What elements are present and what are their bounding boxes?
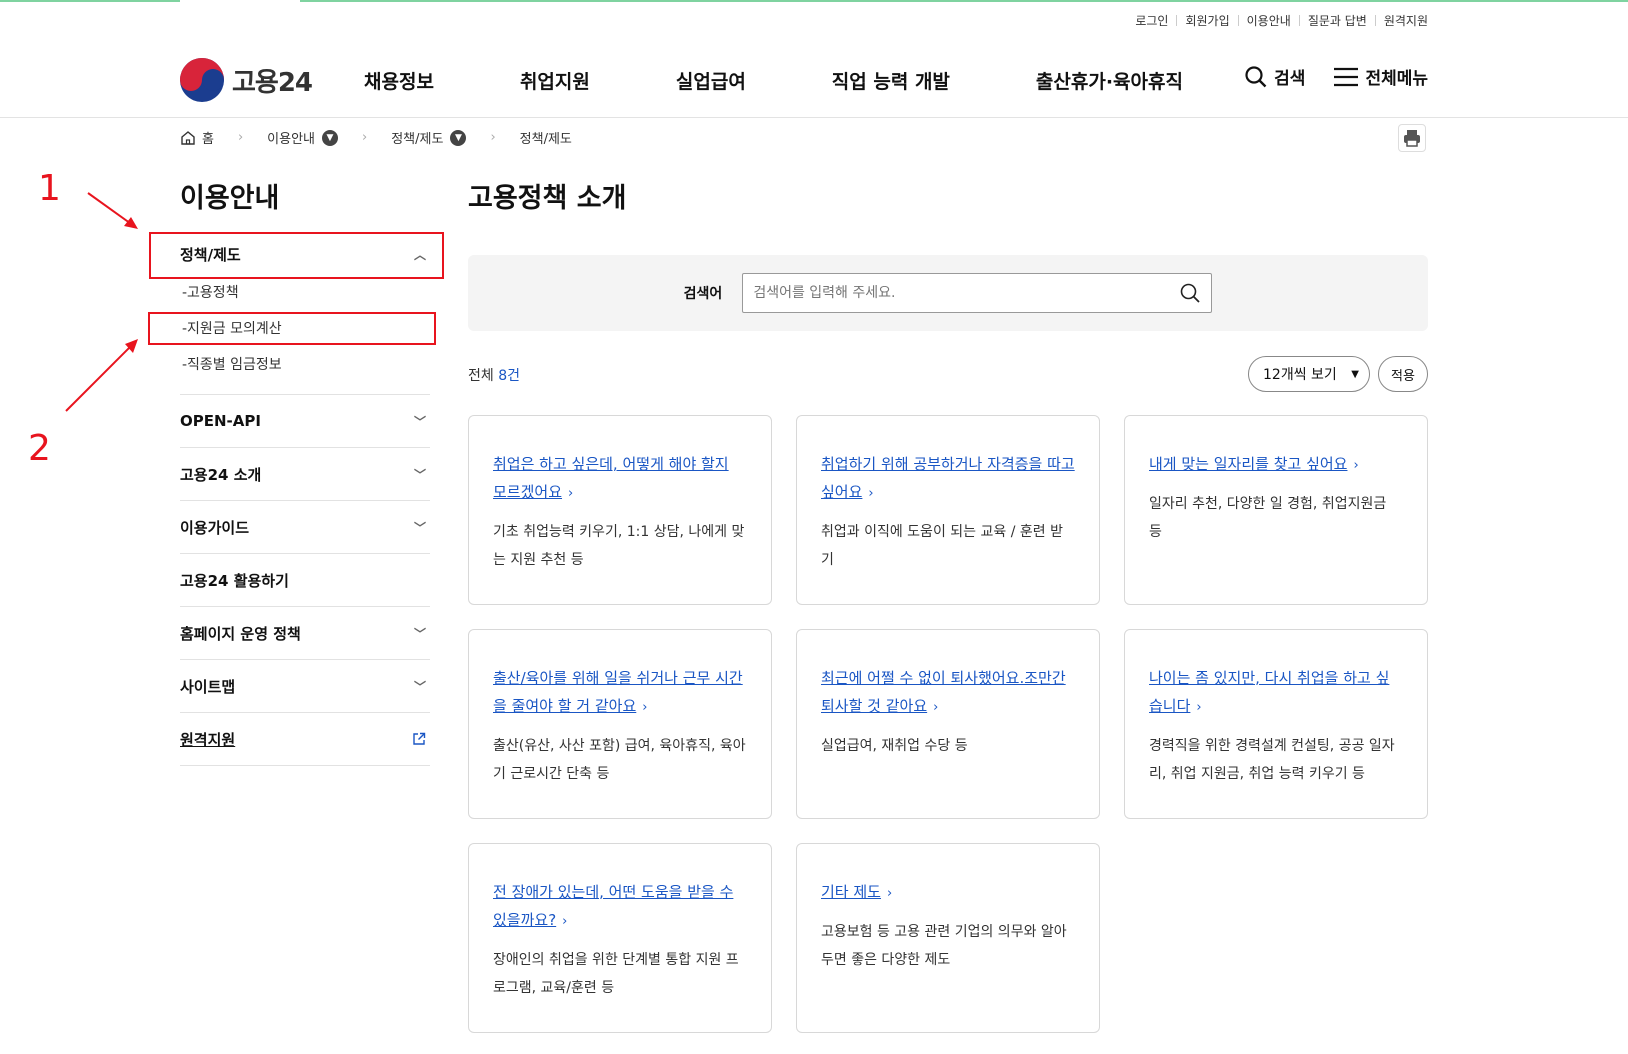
print-button[interactable] xyxy=(1398,124,1426,152)
all-menu-button[interactable]: 전체메뉴 xyxy=(1333,64,1428,89)
policy-card-title[interactable]: 취업하기 위해 공부하거나 자격증을 따고 싶어요 › xyxy=(821,450,1075,508)
breadcrumb-separator-icon: › xyxy=(237,130,244,145)
utility-links: 로그인 회원가입 이용안내 질문과 답변 원격지원 xyxy=(1135,12,1428,29)
breadcrumb: 홈 › 이용안내 ▼ › 정책/제도 ▼ › 정책/제도 xyxy=(180,128,572,147)
search-field-label: 검색어 xyxy=(683,286,723,302)
printer-icon xyxy=(1404,130,1420,147)
page-title: 고용정책 소개 xyxy=(468,183,627,214)
chevron-down-icon: ﹀ xyxy=(413,467,426,482)
policy-card-desc: 장애인의 취업을 위한 단계별 통합 지원 프로그램, 교육/훈련 등 xyxy=(493,952,739,996)
menu-label: 전체메뉴 xyxy=(1365,69,1428,89)
lnb-item-sitemap[interactable]: 사이트맵 ﹀ xyxy=(180,660,430,712)
chevron-right-icon: › xyxy=(868,486,874,501)
page-size-select[interactable]: 12개씩 보기 ▼ xyxy=(1248,356,1370,392)
breadcrumb-separator-icon: › xyxy=(490,130,496,145)
annotation-arrows xyxy=(65,192,138,412)
policy-card-title[interactable]: 기타 제도 › xyxy=(821,878,1075,908)
chevron-right-icon: › xyxy=(568,486,574,501)
breadcrumb-level2[interactable]: 정책/제도 ▼ xyxy=(391,128,467,147)
qna-link[interactable]: 질문과 답변 xyxy=(1308,12,1367,29)
nav-job-skills[interactable]: 직업 능력 개발 xyxy=(832,67,950,94)
dropdown-icon[interactable]: ▼ xyxy=(450,129,467,146)
policy-card[interactable]: 최근에 어쩔 수 없이 퇴사했어요.조만간 퇴사할 것 같아요 › 실업급여, 재… xyxy=(796,629,1100,819)
policy-card-desc: 취업과 이직에 도움이 되는 교육 / 훈련 받기 xyxy=(821,524,1063,568)
chevron-right-icon: › xyxy=(933,700,939,715)
chevron-down-icon: ﹀ xyxy=(413,679,426,694)
search-icon xyxy=(1245,65,1267,87)
search-icon[interactable] xyxy=(1179,282,1201,304)
policy-card-desc: 고용보험 등 고용 관련 기업의 의무와 알아두면 좋은 다양한 제도 xyxy=(821,924,1067,968)
site-header: 고용24 채용정보 취업지원 실업급여 직업 능력 개발 출산휴가·육아휴직 검… xyxy=(180,50,1428,110)
lnb-subitem-wage-info[interactable]: -직종별 임금정보 xyxy=(182,346,430,382)
lnb-item-remote-support[interactable]: 원격지원 xyxy=(180,713,430,765)
policy-card-desc: 기초 취업능력 키우기, 1:1 상담, 나에게 맞는 지원 추천 등 xyxy=(493,524,745,568)
result-count: 전체 8건 xyxy=(468,368,521,384)
remote-support-link[interactable]: 원격지원 xyxy=(1384,12,1428,29)
chevron-down-icon: ﹀ xyxy=(413,626,426,641)
policy-card-desc: 실업급여, 재취업 수당 등 xyxy=(821,738,968,754)
policy-card-title[interactable]: 최근에 어쩔 수 없이 퇴사했어요.조만간 퇴사할 것 같아요 › xyxy=(821,664,1075,722)
main-nav: 채용정보 취업지원 실업급여 직업 능력 개발 출산휴가·육아휴직 xyxy=(364,67,1183,94)
policy-card-desc: 출산(유산, 사산 포함) 급여, 육아휴직, 육아기 근로시간 단축 등 xyxy=(493,738,746,782)
dropdown-icon[interactable]: ▼ xyxy=(322,129,339,146)
search-panel: 검색어 xyxy=(468,255,1428,331)
nav-jobs[interactable]: 채용정보 xyxy=(364,67,434,94)
hamburger-icon xyxy=(1334,67,1359,86)
logo-text: 고용24 xyxy=(232,67,313,98)
search-field-wrapper xyxy=(742,273,1213,313)
policy-card[interactable]: 취업은 하고 싶은데, 어떻게 해야 할지 모르겠어요 › 기초 취업능력 키우기… xyxy=(468,415,772,605)
header-divider xyxy=(0,117,1628,118)
guide-link[interactable]: 이용안내 xyxy=(1247,12,1291,29)
policy-card-desc: 일자리 추천, 다양한 일 경험, 취업지원금 등 xyxy=(1149,496,1387,540)
policy-card-desc: 경력직을 위한 경력설계 컨설팅, 공공 일자리, 취업 지원금, 취업 능력 … xyxy=(1149,738,1395,782)
chevron-right-icon: › xyxy=(886,886,893,901)
chevron-right-icon: › xyxy=(1196,700,1202,715)
nav-employment-support[interactable]: 취업지원 xyxy=(520,67,590,94)
chevron-down-icon: ▼ xyxy=(1351,368,1359,380)
lnb-item-utilize[interactable]: 고용24 활용하기 xyxy=(180,554,430,606)
breadcrumb-level1[interactable]: 이용안내 ▼ xyxy=(267,128,339,147)
login-link[interactable]: 로그인 xyxy=(1135,12,1168,29)
search-label: 검색 xyxy=(1274,69,1306,89)
nav-parental-leave[interactable]: 출산휴가·육아휴직 xyxy=(1036,67,1183,94)
top-accent-line xyxy=(0,0,1628,2)
policy-card[interactable]: 출산/육아를 위해 일을 쉬거나 근무 시간을 줄여야 할 거 같아요 › 출산(… xyxy=(468,629,772,819)
policy-card[interactable]: 나이는 좀 있지만, 다시 취업을 하고 싶습니다 › 경력직을 위한 경력설계 … xyxy=(1124,629,1428,819)
breadcrumb-separator-icon: › xyxy=(362,130,368,145)
chevron-down-icon: ﹀ xyxy=(413,520,426,535)
signup-link[interactable]: 회원가입 xyxy=(1185,12,1229,29)
apply-button[interactable]: 적용 xyxy=(1378,356,1428,392)
policy-card-title[interactable]: 내게 맞는 일자리를 찾고 싶어요 › xyxy=(1149,450,1403,480)
policy-card-title[interactable]: 출산/육아를 위해 일을 쉬거나 근무 시간을 줄여야 할 거 같아요 › xyxy=(493,664,747,722)
chevron-right-icon: › xyxy=(1353,458,1359,473)
nav-unemployment-benefit[interactable]: 실업급여 xyxy=(676,67,746,94)
lnb-item-site-policy[interactable]: 홈페이지 운영 정책 ﹀ xyxy=(180,607,430,659)
chevron-right-icon: › xyxy=(642,700,648,715)
external-link-icon xyxy=(413,732,426,745)
header-search-button[interactable]: 검색 xyxy=(1244,64,1305,89)
search-input[interactable] xyxy=(753,285,1154,301)
policy-card[interactable]: 기타 제도 › 고용보험 등 고용 관련 기업의 의무와 알아두면 좋은 다양한 … xyxy=(796,843,1100,1033)
annotation-number-2: 2 xyxy=(28,428,51,469)
policy-card[interactable]: 전 장애가 있는데, 어떤 도움을 받을 수 있을까요? › 장애인의 취업을 위… xyxy=(468,843,772,1033)
lnb-item-user-guide[interactable]: 이용가이드 ﹀ xyxy=(180,501,430,553)
lnb-item-open-api[interactable]: OPEN-API ﹀ xyxy=(180,395,430,447)
chevron-right-icon: › xyxy=(562,914,568,929)
chevron-down-icon: ﹀ xyxy=(413,414,426,429)
policy-card[interactable]: 취업하기 위해 공부하거나 자격증을 따고 싶어요 › 취업과 이직에 도움이 되… xyxy=(796,415,1100,605)
policy-card-title[interactable]: 나이는 좀 있지만, 다시 취업을 하고 싶습니다 › xyxy=(1149,664,1403,722)
policy-card-title[interactable]: 전 장애가 있는데, 어떤 도움을 받을 수 있을까요? › xyxy=(493,878,747,936)
breadcrumb-current: 정책/제도 xyxy=(519,132,572,147)
lnb-subitem-employment-policy[interactable]: -고용정책 xyxy=(182,274,430,310)
policy-card[interactable]: 내게 맞는 일자리를 찾고 싶어요 › 일자리 추천, 다양한 일 경험, 취업지… xyxy=(1124,415,1428,605)
policy-card-title[interactable]: 취업은 하고 싶은데, 어떻게 해야 할지 모르겠어요 › xyxy=(493,450,747,508)
lnb-item-about[interactable]: 고용24 소개 ﹀ xyxy=(180,448,430,500)
